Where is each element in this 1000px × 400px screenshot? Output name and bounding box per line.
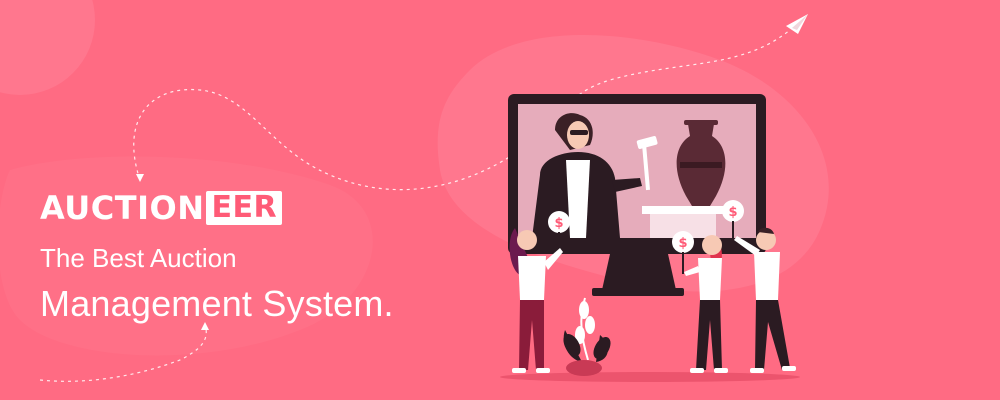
bid-sign-symbol: $ bbox=[678, 236, 687, 251]
hero-banner: AUCTION EER The Best Auction Management … bbox=[0, 0, 1000, 400]
bid-sign-symbol: $ bbox=[554, 216, 563, 231]
floor-shadow bbox=[500, 372, 800, 382]
bid-sign-symbol: $ bbox=[728, 205, 737, 220]
auction-illustration: $ $ $ bbox=[500, 94, 800, 382]
plant-decoration bbox=[563, 297, 611, 376]
